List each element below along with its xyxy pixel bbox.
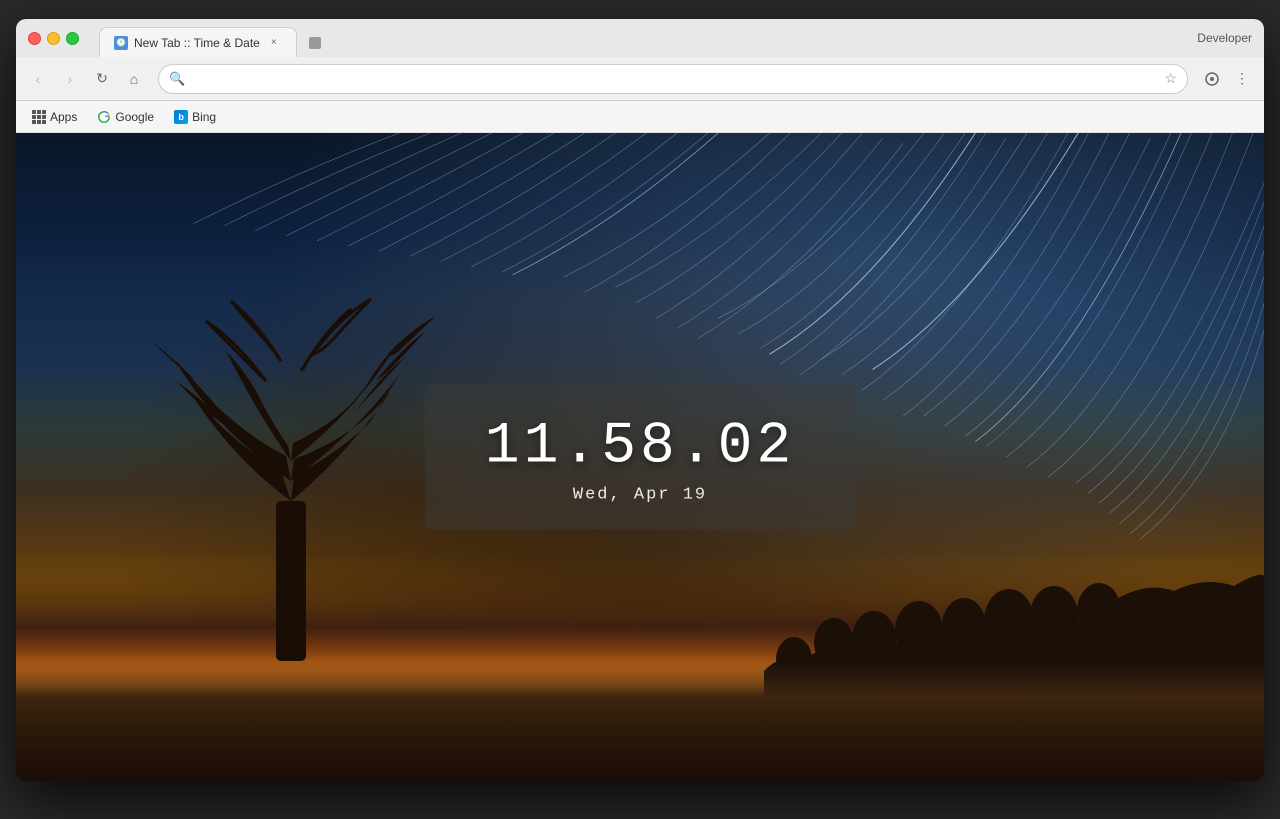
toolbar: ‹ › ↻ ⌂ 🔍 ☆ ⋮ [16, 57, 1264, 101]
address-bar[interactable]: 🔍 ☆ [158, 64, 1188, 94]
clock-widget: 11.58.02 Wed, Apr 19 [425, 385, 855, 530]
extensions-button[interactable] [1198, 65, 1226, 93]
google-favicon [97, 110, 111, 124]
developer-label: Developer [1197, 31, 1252, 45]
bing-favicon: b [174, 110, 188, 124]
page-content: 11.58.02 Wed, Apr 19 [16, 133, 1264, 781]
minimize-button[interactable] [47, 32, 60, 45]
bookmark-star-icon[interactable]: ☆ [1164, 70, 1177, 87]
new-tab-button[interactable] [301, 29, 329, 57]
clock-time: 11.58.02 [485, 415, 795, 480]
maximize-button[interactable] [66, 32, 79, 45]
ground [16, 661, 1264, 781]
menu-button[interactable]: ⋮ [1228, 65, 1256, 93]
forward-button[interactable]: › [56, 65, 84, 93]
bing-label: Bing [192, 110, 216, 124]
tabs-area: 🕐 New Tab :: Time & Date × [99, 19, 1252, 57]
apps-label: Apps [50, 110, 77, 124]
tab-close-button[interactable]: × [266, 35, 282, 51]
tab-title: New Tab :: Time & Date [134, 36, 260, 50]
google-bookmark[interactable]: Google [89, 107, 162, 127]
toolbar-right: ⋮ [1198, 65, 1256, 93]
address-input[interactable] [189, 71, 1160, 86]
traffic-lights [28, 32, 79, 45]
browser-window: 🕐 New Tab :: Time & Date × Developer ‹ ›… [16, 19, 1264, 781]
clock-date: Wed, Apr 19 [485, 486, 795, 505]
apps-grid-icon [32, 110, 46, 124]
google-label: Google [115, 110, 154, 124]
home-button[interactable]: ⌂ [120, 65, 148, 93]
tab-favicon: 🕐 [114, 36, 128, 50]
reload-button[interactable]: ↻ [88, 65, 116, 93]
bookmarks-bar: Apps Google b Bing [16, 101, 1264, 133]
bing-bookmark[interactable]: b Bing [166, 107, 224, 127]
active-tab[interactable]: 🕐 New Tab :: Time & Date × [99, 27, 297, 57]
apps-bookmark[interactable]: Apps [24, 107, 85, 127]
search-icon: 🔍 [169, 71, 185, 87]
title-bar: 🕐 New Tab :: Time & Date × Developer [16, 19, 1264, 57]
close-button[interactable] [28, 32, 41, 45]
back-button[interactable]: ‹ [24, 65, 52, 93]
